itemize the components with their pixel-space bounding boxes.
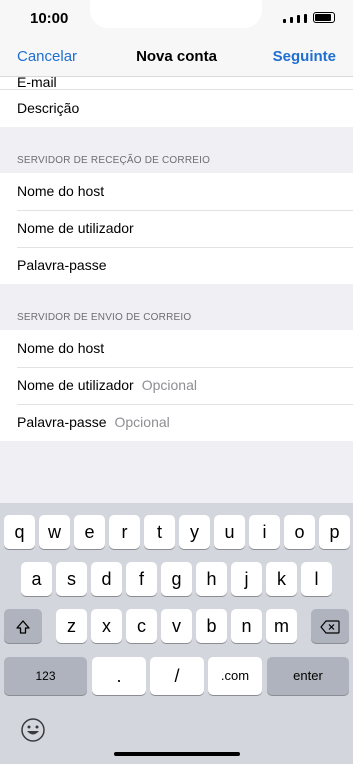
key-d[interactable]: d <box>91 562 122 596</box>
status-bar: 10:00 <box>0 0 353 44</box>
outgoing-password-field[interactable]: Palavra-passe Opcional <box>0 404 353 441</box>
outgoing-user-label: Nome de utilizador <box>17 377 134 393</box>
key-l[interactable]: l <box>301 562 332 596</box>
key-y[interactable]: y <box>179 515 210 549</box>
account-form: E-mail Descrição SERVIDOR DE RECEÇÃO DE … <box>0 77 353 441</box>
signal-icon <box>283 19 286 23</box>
key-a[interactable]: a <box>21 562 52 596</box>
key-m[interactable]: m <box>266 609 297 643</box>
key-n[interactable]: n <box>231 609 262 643</box>
backspace-icon <box>320 620 340 634</box>
key-i[interactable]: i <box>249 515 280 549</box>
backspace-key[interactable] <box>311 609 349 643</box>
incoming-user-field[interactable]: Nome de utilizador <box>0 210 353 247</box>
outgoing-host-label: Nome do host <box>17 340 105 356</box>
outgoing-password-placeholder: Opcional <box>114 414 170 430</box>
signal-icon-bar <box>290 17 293 23</box>
emoji-icon <box>21 718 45 742</box>
numbers-key[interactable]: 123 <box>4 657 87 695</box>
incoming-server-header: SERVIDOR DE RECEÇÃO DE CORREIO <box>17 155 211 166</box>
dotcom-key[interactable]: .com <box>208 657 262 695</box>
key-g[interactable]: g <box>161 562 192 596</box>
key-t[interactable]: t <box>144 515 175 549</box>
outgoing-user-field[interactable]: Nome de utilizador Opcional <box>0 367 353 404</box>
key-x[interactable]: x <box>91 609 122 643</box>
outgoing-server-group: Nome do host Nome de utilizador Opcional … <box>0 330 353 441</box>
key-z[interactable]: z <box>56 609 87 643</box>
status-time: 10:00 <box>30 10 69 27</box>
key-f[interactable]: f <box>126 562 157 596</box>
key-c[interactable]: c <box>126 609 157 643</box>
email-field-cut[interactable]: E-mail <box>0 77 353 89</box>
key-j[interactable]: j <box>231 562 262 596</box>
next-button[interactable]: Seguinte <box>273 48 336 65</box>
slash-key[interactable]: / <box>150 657 204 695</box>
shift-key[interactable] <box>4 609 42 643</box>
outgoing-user-placeholder: Opcional <box>141 377 197 393</box>
incoming-server-group: Nome do host Nome de utilizador Palavra-… <box>0 173 353 284</box>
key-v[interactable]: v <box>161 609 192 643</box>
account-group: E-mail Descrição <box>0 77 353 127</box>
cancel-button[interactable]: Cancelar <box>17 48 77 65</box>
key-p[interactable]: p <box>319 515 350 549</box>
signal-icon-bar <box>297 15 300 23</box>
key-q[interactable]: q <box>4 515 35 549</box>
outgoing-server-header: SERVIDOR DE ENVIO DE CORREIO <box>17 312 192 323</box>
status-icons <box>283 12 335 23</box>
incoming-password-field[interactable]: Palavra-passe <box>0 247 353 284</box>
navigation-bar: Nova conta Cancelar Seguinte <box>0 44 353 77</box>
key-s[interactable]: s <box>56 562 87 596</box>
dot-key[interactable]: . <box>92 657 146 695</box>
key-o[interactable]: o <box>284 515 315 549</box>
key-h[interactable]: h <box>196 562 227 596</box>
incoming-host-field[interactable]: Nome do host <box>0 173 353 210</box>
key-w[interactable]: w <box>39 515 70 549</box>
key-u[interactable]: u <box>214 515 245 549</box>
key-e[interactable]: e <box>74 515 105 549</box>
outgoing-host-field[interactable]: Nome do host <box>0 330 353 367</box>
keyboard: q w e r t y u i o p a s d f g h j k l z … <box>0 503 353 764</box>
device-notch <box>90 0 262 28</box>
shift-icon <box>16 620 30 634</box>
key-b[interactable]: b <box>196 609 227 643</box>
key-r[interactable]: r <box>109 515 140 549</box>
enter-key[interactable]: enter <box>267 657 349 695</box>
incoming-host-label: Nome do host <box>17 183 105 199</box>
key-k[interactable]: k <box>266 562 297 596</box>
outgoing-password-label: Palavra-passe <box>17 414 107 430</box>
home-indicator[interactable] <box>114 752 240 756</box>
incoming-user-label: Nome de utilizador <box>17 220 134 236</box>
signal-icon-bar <box>304 14 307 23</box>
incoming-password-label: Palavra-passe <box>17 257 107 273</box>
description-label: Descrição <box>17 100 80 116</box>
description-field[interactable]: Descrição <box>0 89 353 127</box>
emoji-button[interactable] <box>20 717 46 743</box>
battery-icon <box>313 12 335 23</box>
